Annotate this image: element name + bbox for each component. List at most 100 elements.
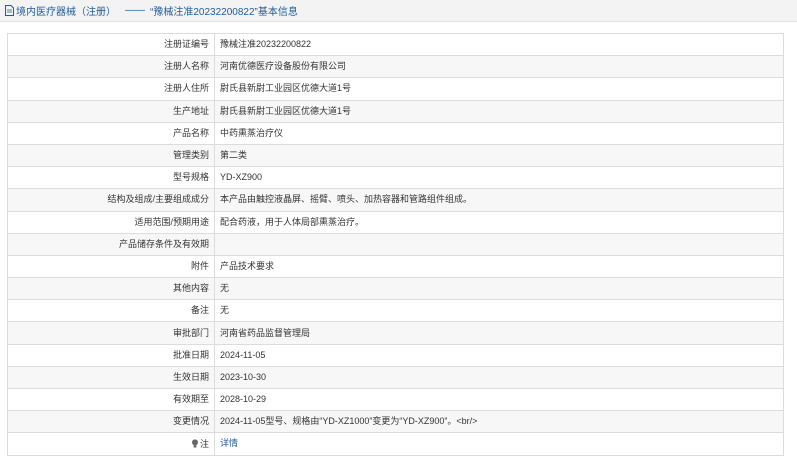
table-row: 型号规格 YD-XZ900 — [7, 166, 784, 190]
row-value-cell: 尉氏县新尉工业园区优德大道1号 — [214, 77, 784, 101]
table-row: 审批部门 河南省药品监督管理局 — [7, 321, 784, 345]
row-label: 其他内容 — [172, 283, 209, 294]
row-value-cell: 详情 — [214, 432, 784, 456]
row-label: 生效日期 — [172, 371, 209, 382]
row-label-cell: 结构及组成/主要组成成分 — [7, 188, 215, 212]
row-label: 附件 — [190, 260, 209, 271]
row-label-cell: 型号规格 — [7, 166, 215, 190]
row-label-cell: 变更情况 — [7, 410, 215, 434]
row-label: 注册人住所 — [163, 83, 209, 94]
row-value-cell: YD-XZ900 — [214, 166, 784, 190]
row-label: 有效期至 — [172, 394, 209, 405]
row-label-cell: 注册人名称 — [7, 55, 215, 79]
row-value-cell: 河南优德医疗设备股份有限公司 — [214, 55, 784, 79]
page-header: 境内医疗器械（注册） —— “豫械注准20232200822”基本信息 — [0, 0, 797, 22]
row-value: 无 — [220, 283, 230, 294]
info-table: 注册证编号 豫械注准20232200822 注册人名称 河南优德医疗设备股份有限公司注… — [7, 32, 784, 456]
row-label-cell: 其他内容 — [7, 277, 215, 301]
row-value: 产品技术要求 — [220, 260, 275, 271]
row-value-cell: 2024-11-05型号、规格由“YD-XZ1000”变更为“YD-XZ900”… — [214, 410, 784, 434]
row-label: 批准日期 — [172, 349, 209, 360]
row-label: 结构及组成/主要组成成分 — [107, 194, 209, 205]
row-value-cell: 河南省药品监督管理局 — [214, 321, 784, 345]
row-label-cell: 适用范围/预期用途 — [7, 210, 215, 234]
row-label-cell: 管理类别 — [7, 143, 215, 168]
table-row: 适用范围/预期用途 配合药液，用于人体局部熏蒸治疗。 — [7, 210, 784, 234]
row-label-cell: 注 — [7, 432, 215, 456]
row-value-cell: 2028-10-29 — [214, 387, 784, 412]
table-row: 结构及组成/主要组成成分 本产品由触控液晶屏、摇臂、喷头、加热容器和管路组件组成。 — [7, 188, 784, 212]
row-value-cell: 尉氏县新尉工业园区优德大道1号 — [214, 99, 784, 123]
row-value-cell: 第二类 — [214, 143, 784, 168]
row-label-cell: 产品名称 — [7, 121, 215, 145]
row-value: 河南省药品监督管理局 — [220, 327, 311, 338]
row-value: 尉氏县新尉工业园区优德大道1号 — [220, 105, 352, 116]
row-label: 注 — [199, 438, 209, 449]
row-value: 2028-10-29 — [220, 394, 267, 405]
row-value-cell: 无 — [214, 277, 784, 301]
row-value-cell: 配合药液，用于人体局部熏蒸治疗。 — [214, 210, 784, 234]
row-value-cell — [214, 232, 784, 256]
row-label-cell: 注册人住所 — [7, 77, 215, 101]
table-row: 注册人名称 河南优德医疗设备股份有限公司 — [7, 55, 784, 79]
header-separator: —— — [125, 5, 145, 16]
row-label-cell: 附件 — [7, 254, 215, 279]
row-value-cell: 产品技术要求 — [214, 254, 784, 279]
table-row: 备注无 — [7, 299, 784, 323]
row-value-cell: 无 — [214, 299, 784, 323]
row-label: 适用范围/预期用途 — [134, 216, 209, 227]
table-row: 生效日期 2023-10-30 — [7, 365, 784, 390]
row-value-cell: 中药熏蒸治疗仪 — [214, 121, 784, 145]
page-title: “豫械注准20232200822”基本信息 — [150, 7, 298, 18]
table-row: 注 详情 — [7, 432, 784, 456]
row-value: 豫械注准20232200822 — [220, 39, 312, 50]
row-label-cell: 审批部门 — [7, 321, 215, 345]
row-value: YD-XZ900 — [220, 172, 263, 183]
row-label-cell: 注册证编号 — [7, 32, 215, 57]
row-value: 配合药液，用于人体局部熏蒸治疗。 — [220, 216, 365, 227]
row-value: 河南优德医疗设备股份有限公司 — [220, 61, 347, 72]
row-label-cell: 生效日期 — [7, 365, 215, 390]
row-label: 审批部门 — [172, 327, 209, 338]
table-row: 其他内容无 — [7, 277, 784, 301]
row-label: 型号规格 — [172, 172, 209, 183]
row-value-cell: 2023-10-30 — [214, 365, 784, 390]
table-row: 批准日期 2024-11-05 — [7, 343, 784, 367]
row-label-cell: 有效期至 — [7, 387, 215, 412]
row-value: 2024-11-05型号、规格由“YD-XZ1000”变更为“YD-XZ900”… — [220, 416, 478, 427]
details-link[interactable]: 详情 — [220, 438, 238, 448]
row-value: 第二类 — [220, 150, 248, 161]
table-row: 生产地址 尉氏县新尉工业园区优德大道1号 — [7, 99, 784, 123]
table-row: 注册人住所 尉氏县新尉工业园区优德大道1号 — [7, 77, 784, 101]
row-label-cell: 生产地址 — [7, 99, 215, 123]
table-row: 管理类别 第二类 — [7, 143, 784, 168]
document-icon — [5, 5, 14, 16]
row-value-cell: 2024-11-05 — [214, 343, 784, 367]
row-value-cell: 豫械注准20232200822 — [214, 32, 784, 57]
table-row: 附件 产品技术要求 — [7, 254, 784, 279]
row-label: 注册证编号 — [163, 39, 209, 50]
row-label: 变更情况 — [172, 416, 209, 427]
row-label: 备注 — [190, 305, 209, 316]
row-label: 注册人名称 — [163, 61, 209, 72]
lamp-icon — [191, 439, 198, 448]
row-label-cell: 备注 — [7, 299, 215, 323]
table-row: 变更情况 2024-11-05型号、规格由“YD-XZ1000”变更为“YD-XZ… — [7, 410, 784, 434]
table-row: 产品储存条件及有效期 — [7, 232, 784, 256]
row-value: 尉氏县新尉工业园区优德大道1号 — [220, 83, 352, 94]
row-value: 中药熏蒸治疗仪 — [220, 127, 284, 138]
table-row: 有效期至 2028-10-29 — [7, 387, 784, 412]
row-value: 2023-10-30 — [220, 371, 267, 382]
row-label: 产品名称 — [172, 127, 209, 138]
row-value: 2024-11-05 — [220, 349, 266, 360]
row-label: 产品储存条件及有效期 — [118, 238, 209, 249]
row-value-cell: 本产品由触控液晶屏、摇臂、喷头、加热容器和管路组件组成。 — [214, 188, 784, 212]
row-value: 无 — [220, 305, 230, 316]
category-label: 境内医疗器械（注册） — [16, 7, 116, 18]
table-row: 注册证编号 豫械注准20232200822 — [7, 32, 784, 57]
row-label-cell: 产品储存条件及有效期 — [7, 232, 215, 256]
row-label-cell: 批准日期 — [7, 343, 215, 367]
row-label: 生产地址 — [172, 105, 209, 116]
row-label: 管理类别 — [172, 150, 209, 161]
row-value: 本产品由触控液晶屏、摇臂、喷头、加热容器和管路组件组成。 — [220, 194, 473, 205]
